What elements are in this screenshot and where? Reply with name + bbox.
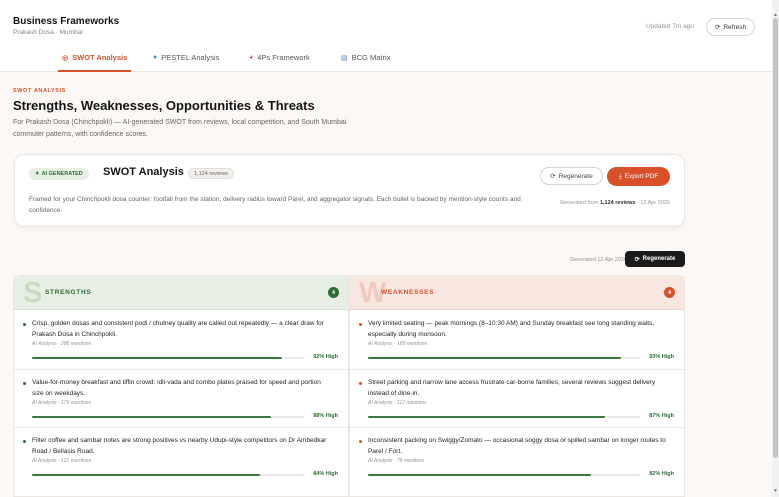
- confidence-label: 82% High: [649, 471, 674, 477]
- regenerate-label: Regenerate: [558, 172, 593, 180]
- item-meta: AI Analysis · 189 mentions: [368, 341, 428, 347]
- framework-tabs: ◎ SWOT Analysis ● PESTEL Analysis ◕ 4Ps …: [0, 44, 772, 72]
- weaknesses-quadrant: W WEAKNESSES 4 Very limited seating — pe…: [349, 275, 685, 497]
- confidence-bar-fill: [368, 474, 592, 476]
- tab-label: 4Ps Framework: [257, 53, 310, 62]
- item-meta: AI Analysis · 121 mentions: [32, 458, 92, 464]
- quadrant-count-badge: 4: [328, 287, 339, 298]
- confidence-label: 87% High: [649, 413, 674, 419]
- page-description: For Prakash Dosa (Chinchpokli) — AI-gene…: [13, 119, 347, 138]
- item-text: Value-for-money breakfast and tiffin cro…: [32, 379, 321, 397]
- reviews-count-pill: 1,124 reviews: [188, 168, 234, 179]
- tab-swot[interactable]: ◎ SWOT Analysis: [57, 44, 132, 72]
- confidence-bar-fill: [368, 357, 621, 359]
- updated-timestamp: Updated 7m ago: [645, 23, 694, 30]
- scrollbar-thumb[interactable]: [773, 18, 778, 458]
- generated-date: Generated 12 Apr 2026: [569, 257, 627, 263]
- refresh-icon: ⟳: [714, 24, 721, 31]
- export-label: Export PDF: [624, 173, 659, 180]
- tab-label: PESTEL Analysis: [161, 53, 220, 62]
- tab-label: SWOT Analysis: [72, 53, 128, 62]
- quadrant-header: W WEAKNESSES 4: [350, 276, 684, 310]
- refresh-icon: ⟳: [550, 173, 556, 180]
- quadrant-letter: S: [23, 277, 43, 309]
- sparkle-icon: ✦: [35, 171, 40, 177]
- confidence-bar: [368, 474, 640, 476]
- tab-pestel[interactable]: ● PESTEL Analysis: [153, 44, 219, 71]
- confidence-label: 84% High: [313, 471, 338, 477]
- confidence-bar-fill: [368, 416, 605, 418]
- strengths-quadrant: S STRENGTHS 4 Crisp, golden dosas and co…: [13, 275, 349, 497]
- confidence-bar: [368, 357, 640, 359]
- confidence-bar: [32, 416, 304, 418]
- confidence-bar-fill: [32, 357, 283, 359]
- badge-label: AI GENERATED: [41, 171, 83, 177]
- list-item: Inconsistent packing on Swiggy/Zomato — …: [350, 427, 684, 485]
- page-title: Strengths, Weaknesses, Opportunities & T…: [13, 98, 315, 113]
- item-meta: AI Analysis · 112 mentions: [368, 400, 427, 406]
- generated-from-text: Generated from 1,124 reviews · 12 Apr 20…: [560, 200, 670, 206]
- tab-4ps[interactable]: ◕ 4Ps Framework: [249, 44, 310, 71]
- item-text: Crisp, golden dosas and consistent podi …: [32, 320, 324, 338]
- generated-prefix: Generated from: [559, 200, 600, 206]
- list-item: Value-for-money breakfast and tiffin cro…: [14, 369, 348, 427]
- generated-suffix: · 12 Apr 2026: [635, 200, 670, 206]
- confidence-label: 88% High: [313, 413, 338, 419]
- app-title: Business Frameworks: [13, 16, 120, 27]
- refresh-label: Refresh: [723, 23, 747, 31]
- list-item: Street parking and narrow lane access fr…: [350, 369, 684, 427]
- confidence-bar: [368, 416, 640, 418]
- ai-generated-badge: ✦ AI GENERATED: [29, 168, 89, 180]
- item-meta: AI Analysis · 288 mentions: [32, 341, 92, 347]
- list-item: Crisp, golden dosas and consistent podi …: [14, 311, 348, 369]
- bullet-icon: [359, 440, 362, 443]
- swot-summary-card: ✦ AI GENERATED SWOT Analysis 1,124 revie…: [14, 154, 685, 227]
- globe-icon: ●: [153, 54, 158, 61]
- card-description: Framed for your Chinchpokli dosa counter…: [29, 196, 521, 214]
- item-text: Filter coffee and sambar notes are stron…: [32, 437, 327, 455]
- confidence-bar-fill: [32, 474, 261, 476]
- quadrant-header: S STRENGTHS 4: [14, 276, 348, 310]
- confidence-label: 93% High: [649, 354, 674, 360]
- list-item: Filter coffee and sambar notes are stron…: [14, 427, 348, 485]
- scroll-down-arrow-icon[interactable]: ▼: [773, 488, 778, 494]
- bullet-icon: [359, 323, 362, 326]
- top-header: Business Frameworks Prakash Dosa · Mumba…: [0, 0, 772, 72]
- item-meta: AI Analysis · 78 mentions: [368, 458, 425, 464]
- item-text: Very limited seating — peak mornings (8–…: [368, 320, 655, 338]
- card-title: SWOT Analysis: [103, 166, 184, 178]
- refresh-button[interactable]: ⟳ Refresh: [706, 18, 755, 36]
- tab-label: BCG Matrix: [351, 53, 391, 62]
- list-item: Very limited seating — peak mornings (8–…: [350, 311, 684, 369]
- palette-icon: ◕: [249, 54, 254, 61]
- download-icon: ⤓: [618, 172, 622, 180]
- bullet-icon: [23, 323, 26, 326]
- quadrant-count-badge: 4: [664, 287, 675, 298]
- confidence-label: 92% High: [313, 354, 338, 360]
- item-text: Inconsistent packing on Swiggy/Zomato — …: [368, 437, 666, 455]
- item-text: Street parking and narrow lane access fr…: [368, 379, 656, 397]
- quadrant-label: STRENGTHS: [45, 289, 92, 296]
- regenerate-dark-button[interactable]: ⟳ Regenerate: [625, 251, 685, 267]
- section-kicker: SWOT ANALYSIS: [13, 88, 66, 94]
- scrollbar[interactable]: ▲ ▼: [772, 0, 779, 497]
- bullet-icon: [23, 440, 26, 443]
- bullet-icon: [359, 382, 362, 385]
- generated-reviews: 1,124 reviews: [599, 200, 636, 206]
- app-subtitle: Prakash Dosa · Mumbai: [13, 29, 83, 36]
- confidence-bar: [32, 474, 304, 476]
- bar-chart-icon: ▤: [341, 54, 348, 62]
- target-icon: ◎: [62, 54, 69, 62]
- regenerate-label: Regenerate: [642, 256, 676, 262]
- item-meta: AI Analysis · 176 mentions: [32, 400, 92, 406]
- bullet-icon: [23, 382, 26, 385]
- confidence-bar: [32, 357, 304, 359]
- tab-bcg[interactable]: ▤ BCG Matrix: [341, 44, 390, 71]
- regenerate-button[interactable]: ⟳ Regenerate: [540, 167, 603, 185]
- quadrant-label: WEAKNESSES: [381, 289, 435, 296]
- confidence-bar-fill: [32, 416, 272, 418]
- refresh-icon: ⟳: [634, 256, 640, 263]
- export-pdf-button[interactable]: ⤓ Export PDF: [607, 167, 670, 186]
